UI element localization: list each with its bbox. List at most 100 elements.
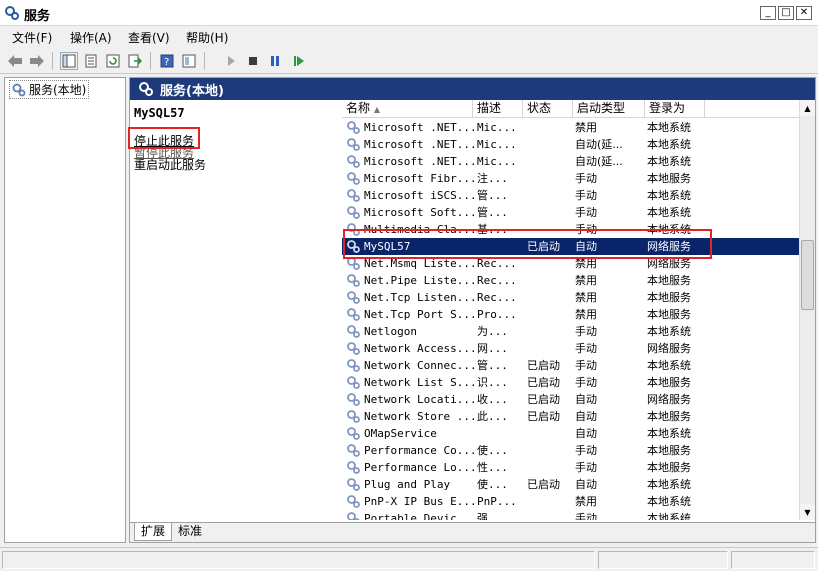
service-name: Microsoft Soft... (364, 206, 477, 219)
tab-extended[interactable]: 扩展 (134, 523, 173, 541)
properties-icon[interactable] (82, 52, 100, 70)
service-description: 使... (477, 444, 508, 457)
table-row[interactable]: Microsoft Soft... 管... 手动 本地系统 (342, 204, 799, 221)
table-row[interactable]: Microsoft .NET... Mic... 禁用 本地系统 (342, 119, 799, 136)
back-icon[interactable] (6, 52, 24, 70)
service-name: Network Locati... (364, 393, 477, 406)
column-header-status[interactable]: 状态 (523, 100, 573, 118)
menu-view[interactable]: 查看(V) (128, 29, 170, 46)
service-logon-as: 本地服务 (647, 274, 691, 287)
menu-file[interactable]: 文件(F) (12, 29, 52, 46)
status-section (731, 551, 815, 569)
table-row[interactable]: Network List S... 识... 已启动 手动 本地服务 (342, 374, 799, 391)
view-icon[interactable] (180, 52, 198, 70)
vertical-scrollbar[interactable]: ▲ ▼ (799, 100, 815, 520)
table-row[interactable]: Net.Tcp Port S... Pro... 禁用 本地服务 (342, 306, 799, 323)
table-row[interactable]: Network Store ... 此... 已启动 自动 本地服务 (342, 408, 799, 425)
service-startup-type: 手动 (575, 359, 597, 372)
service-gear-icon (347, 206, 360, 219)
menu-help[interactable]: 帮助(H) (186, 29, 228, 46)
show-tree-icon[interactable] (60, 52, 78, 70)
table-row[interactable]: Portable Devic... 强... 手动 本地系统 (342, 510, 799, 520)
table-row[interactable]: Network Connec... 管... 已启动 手动 本地系统 (342, 357, 799, 374)
service-description: 此... (477, 410, 508, 423)
service-description: 强... (477, 512, 508, 520)
scrollbar-thumb[interactable] (801, 240, 814, 310)
scroll-down-icon[interactable]: ▼ (800, 504, 815, 520)
service-name: OMapService (364, 427, 437, 440)
tree-item-services-local[interactable]: 服务(本地) (9, 80, 90, 99)
menu-action[interactable]: 操作(A) (70, 29, 112, 46)
service-name: Network List S... (364, 376, 477, 389)
service-logon-as: 本地系统 (647, 427, 691, 440)
minimize-button[interactable]: _ (760, 6, 776, 20)
table-row[interactable]: Microsoft .NET... Mic... 自动(延... 本地系统 (342, 153, 799, 170)
help-icon[interactable]: ? (158, 52, 176, 70)
table-row[interactable]: Netlogon 为... 手动 本地系统 (342, 323, 799, 340)
service-status: 已启动 (527, 478, 560, 491)
close-button[interactable]: ✕ (796, 6, 812, 20)
table-row[interactable]: OMapService 自动 本地系统 (342, 425, 799, 442)
service-gear-icon (347, 410, 360, 423)
table-row[interactable]: Performance Lo... 性... 手动 本地服务 (342, 459, 799, 476)
status-bar (0, 547, 818, 571)
services-list: 名称 ▲ 描述 状态 启动类型 登录为 Microsoft .NET... Mic… (342, 100, 815, 520)
column-header-description[interactable]: 描述 (473, 100, 523, 118)
service-status: 已启动 (527, 410, 560, 423)
export-icon[interactable] (126, 52, 144, 70)
service-logon-as: 本地服务 (647, 291, 691, 304)
scroll-up-icon[interactable]: ▲ (800, 100, 815, 116)
service-name: Net.Msmq Liste... (364, 257, 477, 270)
table-row[interactable]: Net.Pipe Liste... Rec... 禁用 本地服务 (342, 272, 799, 289)
table-row[interactable]: PnP-X IP Bus E... PnP... 禁用 本地系统 (342, 493, 799, 510)
window-title: 服务 (24, 9, 51, 24)
service-gear-icon (347, 138, 360, 151)
view-tabs: 扩展 标准 (130, 522, 815, 542)
service-gear-icon (347, 172, 360, 185)
service-gear-icon (347, 478, 360, 491)
table-row[interactable]: Microsoft Fibr... 注... 手动 本地服务 (342, 170, 799, 187)
forward-icon[interactable] (28, 52, 46, 70)
column-header-logon-as[interactable]: 登录为 (645, 100, 705, 118)
table-row[interactable]: Network Locati... 收... 已启动 自动 网络服务 (342, 391, 799, 408)
refresh-icon[interactable] (104, 52, 122, 70)
table-row[interactable]: Net.Msmq Liste... Rec... 禁用 网络服务 (342, 255, 799, 272)
table-row[interactable]: Plug and Play 使... 已启动 自动 本地系统 (342, 476, 799, 493)
service-description: Rec... (477, 274, 517, 287)
service-description: 管... (477, 359, 508, 372)
service-gear-icon (347, 189, 360, 202)
column-header-startup-type[interactable]: 启动类型 (573, 100, 645, 118)
table-row[interactable]: Microsoft .NET... Mic... 自动(延... 本地系统 (342, 136, 799, 153)
restart-icon[interactable] (290, 52, 308, 70)
stop-icon[interactable] (244, 52, 262, 70)
tab-standard[interactable]: 标准 (172, 523, 208, 541)
service-gear-icon (347, 257, 360, 270)
service-name: Network Connec... (364, 359, 477, 372)
service-status: 已启动 (527, 359, 560, 372)
column-header-name[interactable]: 名称 ▲ (342, 100, 473, 118)
service-gear-icon (347, 495, 360, 508)
service-gear-icon (347, 240, 360, 253)
service-startup-type: 手动 (575, 376, 597, 389)
start-icon[interactable] (222, 52, 240, 70)
service-logon-as: 本地服务 (647, 172, 691, 185)
table-row[interactable]: MySQL57 已启动 自动 网络服务 (342, 238, 799, 255)
table-row[interactable]: Network Access... 网... 手动 网络服务 (342, 340, 799, 357)
service-startup-type: 手动 (575, 342, 597, 355)
service-gear-icon (347, 274, 360, 287)
pause-icon[interactable] (266, 52, 284, 70)
service-gear-icon (347, 308, 360, 321)
service-gear-icon (347, 291, 360, 304)
maximize-button[interactable]: □ (778, 6, 794, 20)
service-startup-type: 禁用 (575, 308, 597, 321)
service-detail-pane: MySQL57 停止此服务 暂停此服务 重启动此服务 (130, 100, 342, 520)
table-row[interactable]: Net.Tcp Listen... Rec... 禁用 本地服务 (342, 289, 799, 306)
restart-service-link[interactable]: 重启动此服务 (134, 156, 206, 173)
service-description: 注... (477, 172, 508, 185)
service-status: 已启动 (527, 393, 560, 406)
service-status: 已启动 (527, 240, 560, 253)
table-row[interactable]: Performance Co... 使... 手动 本地服务 (342, 442, 799, 459)
table-row[interactable]: Microsoft iSCS... 管... 手动 本地系统 (342, 187, 799, 204)
table-row[interactable]: Multimedia Cla... 基... 手动 本地系统 (342, 221, 799, 238)
service-description: Rec... (477, 257, 517, 270)
